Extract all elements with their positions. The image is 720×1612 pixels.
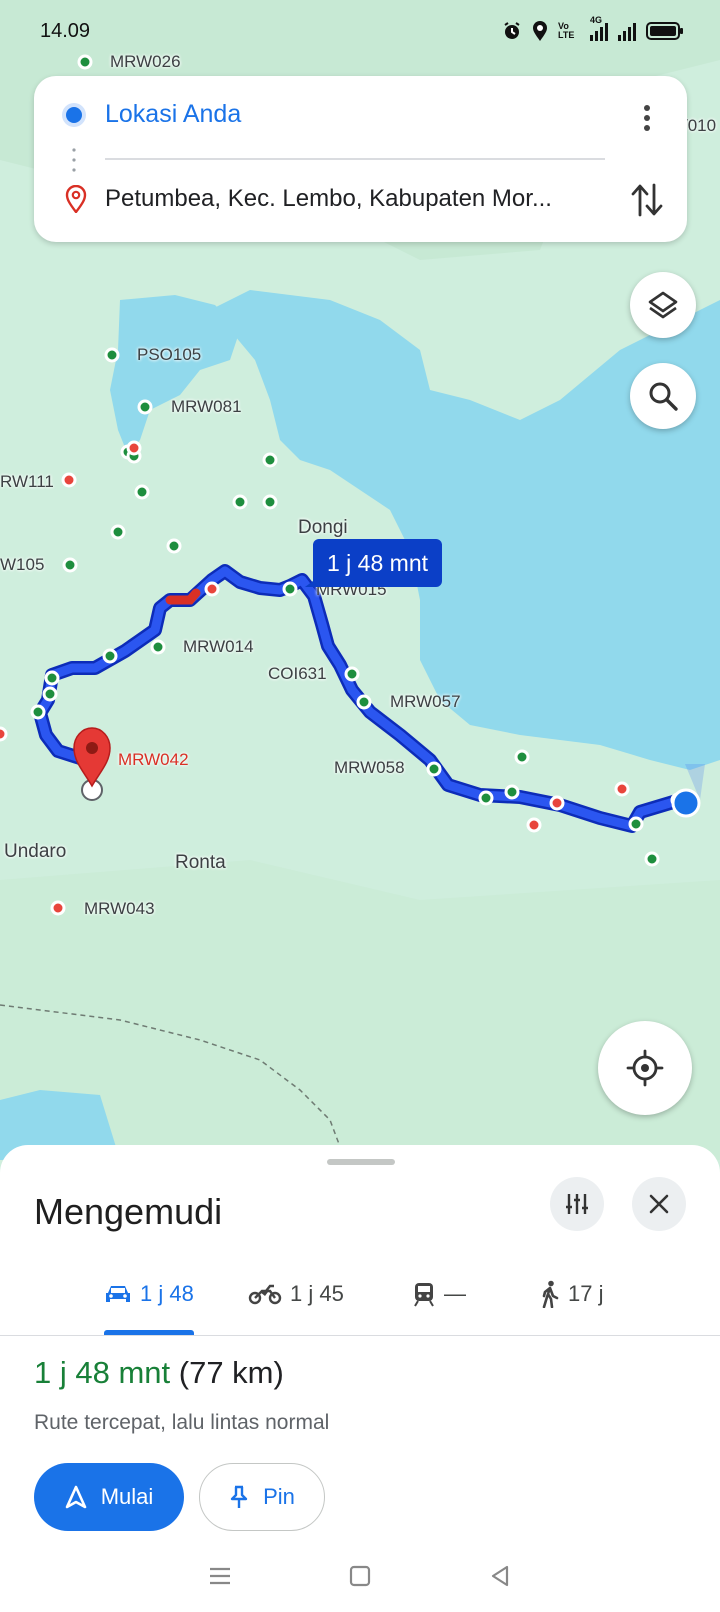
status-icons: Vo LTE 4G [502,15,684,42]
tab-transit[interactable]: — [412,1269,466,1319]
route-description: Rute tercepat, lalu lintas normal [34,1411,330,1434]
volte-icon: Vo LTE [558,21,575,40]
destination-pin-icon [65,185,87,213]
tab-transit-label: — [444,1281,466,1306]
signal-icon [618,21,636,41]
battery-icon [646,22,683,40]
pin-button-label: Pin [263,1484,295,1509]
map-label-dongi[interactable]: Dongi [298,517,348,539]
tab-driving[interactable]: 1 j 48 [104,1269,194,1319]
crosshair-icon [626,1049,664,1087]
map-label-mrw042[interactable]: MRW042 [118,750,189,770]
close-button[interactable] [632,1177,686,1231]
map-label-w105[interactable]: W105 [0,555,44,575]
map-label-mrw014[interactable]: MRW014 [183,637,254,657]
sheet-title: Mengemudi [34,1191,223,1232]
status-bar: 14.09 Vo LTE 4G [0,0,720,62]
walk-icon [542,1280,559,1308]
map-label-w010[interactable]: /010 [683,116,716,136]
origin-dot-icon [66,107,82,123]
navigation-arrow-icon [65,1485,87,1509]
map-label-mrw081[interactable]: MRW081 [171,397,242,417]
start-button-label: Mulai [100,1484,154,1509]
map-label-pso105[interactable]: PSO105 [137,345,201,365]
sheet-drag-handle[interactable] [327,1159,395,1165]
motorcycle-icon [248,1284,282,1305]
map-label-ronta[interactable]: Ronta [175,852,226,874]
my-location-button[interactable] [598,1021,692,1115]
eta-bubble[interactable]: 1 j 48 mnt [305,539,442,587]
train-icon [414,1283,434,1307]
more-options-icon[interactable] [642,103,652,133]
route-summary: 1 j 48 mnt (77 km) [34,1355,284,1391]
map-label-mrw058[interactable]: MRW058 [334,758,405,778]
home-nav-icon[interactable] [347,1563,373,1589]
4g-signal-icon: 4G [590,15,608,41]
tab-motorcycle[interactable]: 1 j 45 [248,1269,344,1319]
route-distance: (77 km) [178,1355,284,1390]
system-navigation-bar [0,1540,720,1612]
location-icon [533,21,547,41]
car-icon [106,1286,130,1302]
map-label-rw111[interactable]: RW111 [0,472,54,492]
origin-field[interactable]: Lokasi Anda [105,100,241,129]
route-connector-icon [72,148,76,172]
tab-divider [0,1335,720,1336]
search-icon [649,382,678,411]
tab-walking-label: 17 j [568,1281,604,1306]
back-nav-icon[interactable] [487,1563,513,1589]
layers-button[interactable] [630,272,696,338]
map-label-mrw057[interactable]: MRW057 [390,692,461,712]
map-label-mrw043[interactable]: MRW043 [84,899,155,919]
tab-motorcycle-label: 1 j 45 [290,1281,344,1306]
tab-walking[interactable]: 17 j [540,1269,603,1319]
tab-driving-label: 1 j 48 [140,1281,194,1306]
destination-field[interactable]: Petumbea, Kec. Lembo, Kabupaten Mor... [105,185,552,213]
route-duration: 1 j 48 mnt [34,1355,171,1390]
pin-button[interactable]: Pin [199,1463,325,1531]
layers-icon [648,291,678,319]
field-divider [105,158,605,160]
start-button[interactable]: Mulai [34,1463,184,1531]
swap-icon[interactable] [631,181,663,219]
close-icon [649,1194,669,1214]
route-options-button[interactable] [550,1177,604,1231]
status-time: 14.09 [40,20,91,42]
sliders-icon [566,1194,588,1214]
network-type-label: 4G [590,15,603,25]
alarm-icon [504,22,520,39]
menu-nav-icon[interactable] [207,1564,233,1588]
map-label-undaro[interactable]: Undaro [4,841,66,863]
pushpin-icon [230,1485,248,1508]
search-button[interactable] [630,363,696,429]
map-label-coi631[interactable]: COI631 [268,664,327,684]
